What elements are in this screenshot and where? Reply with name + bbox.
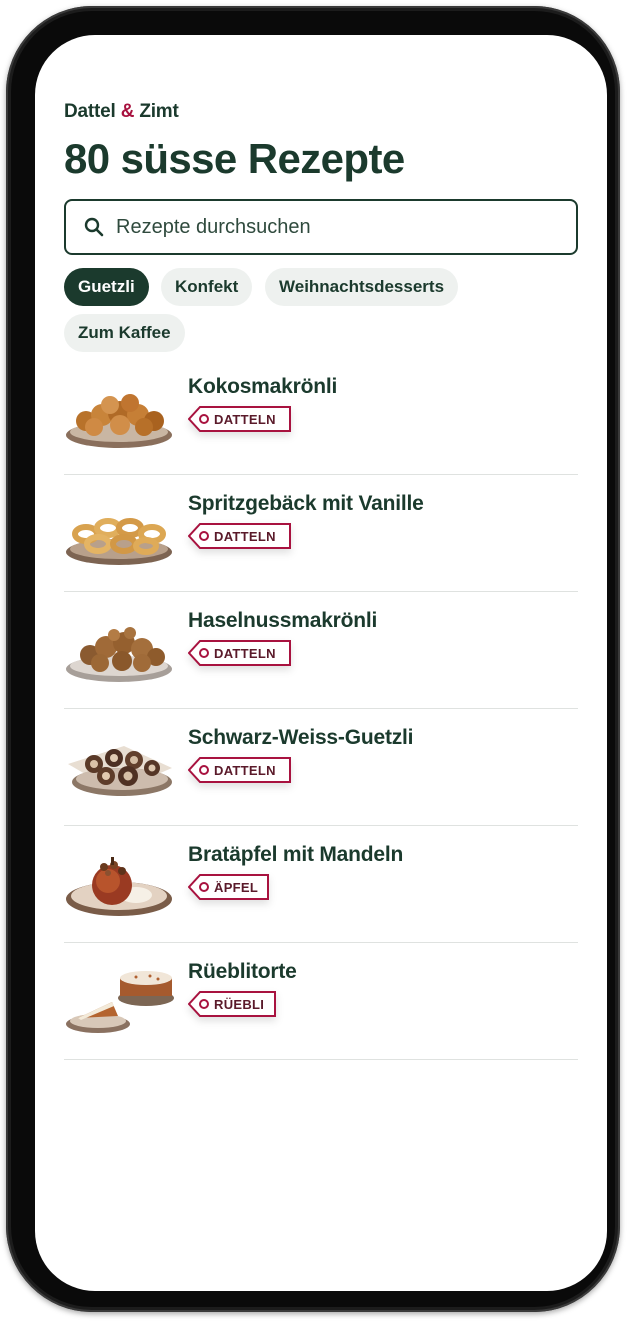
search-icon [84, 217, 104, 237]
recipe-title: Schwarz-Weiss-Guetzli [188, 726, 414, 749]
recipe-tag: DATTELN [188, 757, 291, 783]
filter-chip-guetzli[interactable]: Guetzli [64, 268, 149, 306]
phone-frame: Dattel & Zimt 80 süsse Rezepte Guetzli K… [6, 6, 620, 1312]
brand-name-first: Dattel [64, 101, 116, 122]
recipe-row[interactable]: Kokosmakrönli DATTELN [64, 358, 578, 475]
recipe-row[interactable]: Rüeblitorte RÜEBLI [64, 943, 578, 1060]
filter-chip-konfekt[interactable]: Konfekt [161, 268, 253, 306]
recipe-row[interactable]: Schwarz-Weiss-Guetzli DATTELN [64, 709, 578, 826]
recipe-image-kokosmakroenli [66, 394, 172, 448]
recipe-title: Haselnussmakrönli [188, 609, 378, 632]
recipe-tag-label: ÄPFEL [214, 879, 259, 895]
recipe-tag-label: DATTELN [214, 528, 276, 544]
recipe-tag: RÜEBLI [188, 991, 276, 1017]
recipe-tag-label: DATTELN [214, 411, 276, 427]
recipe-tag-label: RÜEBLI [214, 996, 265, 1012]
brand-logo[interactable]: Dattel & Zimt [64, 101, 179, 123]
recipe-title: Bratäpfel mit Mandeln [188, 843, 404, 866]
recipe-image-bratapfel [66, 857, 172, 916]
recipe-tag: DATTELN [188, 406, 291, 432]
search-input[interactable] [116, 215, 536, 239]
brand-ampersand: & [120, 101, 135, 122]
app-screen: Dattel & Zimt 80 süsse Rezepte Guetzli K… [35, 35, 607, 1291]
recipe-title: Spritzgebäck mit Vanille [188, 492, 424, 515]
recipe-tag: ÄPFEL [188, 874, 269, 900]
recipe-image-rueblitorte [66, 971, 174, 1033]
recipe-row[interactable]: Bratäpfel mit Mandeln ÄPFEL [64, 826, 578, 943]
recipe-tag-label: DATTELN [214, 762, 276, 778]
search-bar[interactable] [64, 199, 578, 255]
recipe-tag: DATTELN [188, 523, 291, 549]
recipe-row[interactable]: Haselnussmakrönli DATTELN [64, 592, 578, 709]
recipe-row[interactable]: Spritzgebäck mit Vanille DATTELN [64, 475, 578, 592]
recipe-tag: DATTELN [188, 640, 291, 666]
page-title: 80 süsse Rezepte [64, 135, 405, 182]
filter-chip-weihnachtsdesserts[interactable]: Weihnachtsdesserts [265, 268, 459, 306]
recipe-title: Kokosmakrönli [188, 375, 338, 398]
recipe-image-spritzgebaeck [66, 518, 172, 565]
recipe-tag-label: DATTELN [214, 645, 276, 661]
brand-name-second: Zimt [139, 101, 179, 122]
recipe-title: Rüeblitorte [188, 960, 297, 983]
recipe-image-schwarz-weiss-guetzli [68, 746, 172, 796]
recipe-image-haselnussmakroenli [66, 627, 172, 682]
filter-chip-zum-kaffee[interactable]: Zum Kaffee [64, 314, 185, 352]
